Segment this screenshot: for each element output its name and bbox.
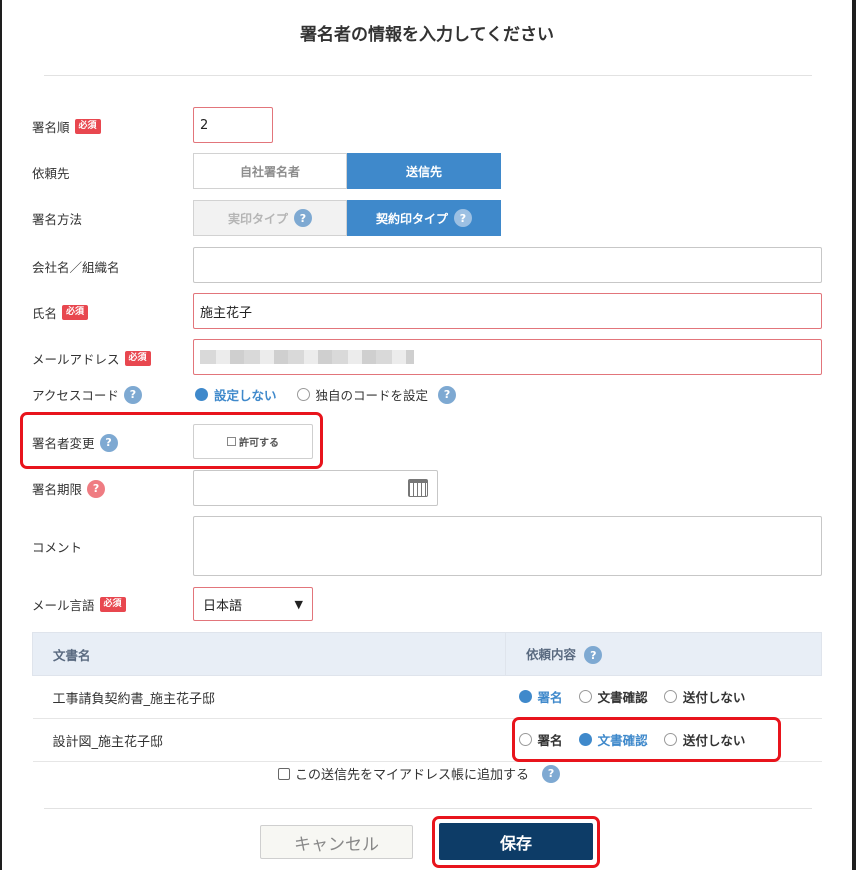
radio-label: 署名 [537,690,563,705]
access-code-label: アクセスコード ? [32,385,142,404]
company-label: 会社名／組織名 [32,260,120,275]
column-header-doc-name: 文書名 [32,632,506,676]
signer-info-modal: 署名者の情報を入力してください 署名順 必須 2 依頼先 自社署名者 送信先 署… [2,0,852,870]
help-icon[interactable]: ? [454,209,472,227]
redacted-email [200,350,414,364]
modal-title: 署名者の情報を入力してください [300,25,554,45]
request-options-cell: 署名 文書確認 送付しない [505,675,822,719]
table-header-row: 文書名 依頼内容 ? [32,632,822,676]
option-label: 送信先 [405,164,442,179]
select-value: 日本語 [203,598,243,614]
required-badge: 必須 [124,351,151,366]
email-input[interactable] [193,339,822,375]
option-label: 契約印タイプ [375,211,448,226]
help-icon[interactable]: ? [123,385,142,404]
radio-sign[interactable]: 署名 [518,687,563,706]
help-icon[interactable]: ? [584,646,603,665]
sign-method-segment: 実印タイプ? 契約印タイプ? [193,200,501,236]
required-badge: 必須 [99,597,126,612]
mail-lang-select[interactable]: 日本語 ▼ [193,587,313,621]
option-label: 自社署名者 [239,164,300,179]
label-text: 署名期限 [32,482,83,497]
table-row: 工事請負契約書_施主花子邸 署名 文書確認 送付しない [32,675,822,719]
request-to-own-signer[interactable]: 自社署名者 [193,153,347,189]
deadline-input[interactable] [193,470,438,506]
label-text: メール言語 [32,598,95,613]
checkbox-box [278,767,290,780]
radio-dot [296,388,310,401]
label-text: メールアドレス [32,352,120,367]
help-icon[interactable]: ? [87,479,106,498]
access-code-none-radio[interactable]: 設定しない [195,385,277,404]
request-to-recipient[interactable]: 送信先 [347,153,501,189]
radio-label: 設定しない [214,388,277,403]
access-code-custom-radio[interactable]: 独自のコードを設定 [296,385,429,404]
radio-dot [663,690,677,703]
mail-lang-label: メール言語 必須 [32,595,126,614]
highlight-request-options [512,717,781,762]
access-code-options: 設定しない 独自のコードを設定 ? [195,385,457,404]
help-icon[interactable]: ? [294,209,312,227]
request-to-segment: 自社署名者 送信先 [193,153,501,189]
required-badge: 必須 [62,305,89,320]
radio-dot [578,690,592,703]
label-text: アクセスコード [32,388,119,403]
name-input[interactable]: 施主花子 [193,293,822,329]
cancel-button[interactable]: キャンセル [260,825,413,859]
address-book-checkbox[interactable]: この送信先をマイアドレス帳に追加する ? [278,764,561,783]
column-header-request: 依頼内容 ? [505,632,822,676]
doc-name-cell: 設計図_施主花子邸 [32,718,506,762]
header-label: 依頼内容 [526,646,577,662]
option-label: 実印タイプ [227,211,288,226]
divider [44,75,812,76]
radio-label: 送付しない [682,690,746,705]
radio-dot [518,690,532,703]
checkbox-label: この送信先をマイアドレス帳に追加する [295,768,530,783]
email-label: メールアドレス 必須 [32,349,151,368]
sign-method-label: 署名方法 [32,212,83,227]
calendar-icon[interactable] [408,479,428,497]
highlight-save-button [432,816,600,868]
highlight-signer-change [20,412,323,469]
name-label: 氏名 必須 [32,303,89,322]
radio-label: 文書確認 [597,690,648,705]
label-text: 署名順 [32,120,70,135]
sign-order-input[interactable]: 2 [193,107,273,143]
radio-doc-confirm[interactable]: 文書確認 [578,687,648,706]
sign-order-label: 署名順 必須 [32,117,101,136]
required-badge: 必須 [74,119,101,134]
radio-dot [195,388,208,401]
company-input[interactable] [193,247,822,283]
comment-textarea[interactable] [193,516,822,576]
request-to-label: 依頼先 [32,166,70,181]
sign-method-contract-seal[interactable]: 契約印タイプ? [347,200,501,236]
deadline-label: 署名期限 ? [32,479,106,498]
help-icon[interactable]: ? [542,764,561,783]
sign-method-jitsuin[interactable]: 実印タイプ? [193,200,347,236]
radio-no-send[interactable]: 送付しない [663,687,746,706]
label-text: 氏名 [32,306,58,321]
chevron-down-icon: ▼ [294,597,303,611]
help-icon[interactable]: ? [438,385,457,404]
divider [44,808,812,809]
radio-label: 独自のコードを設定 [315,388,429,403]
doc-name-cell: 工事請負契約書_施主花子邸 [32,675,506,719]
comment-label: コメント [32,540,83,555]
